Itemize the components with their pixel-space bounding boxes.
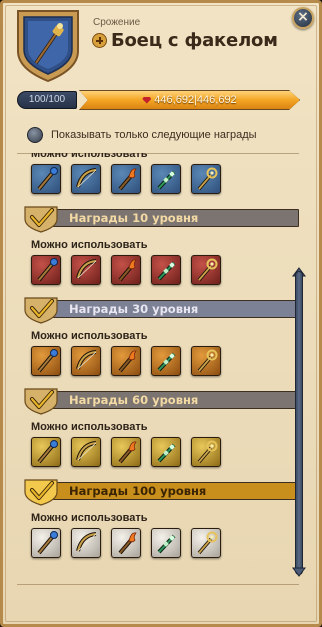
torch-icon — [118, 532, 137, 555]
reward-items-row — [31, 528, 299, 558]
torch-fighter-crest-icon — [17, 10, 79, 83]
scepter-icon — [197, 349, 218, 373]
reward-item[interactable] — [111, 528, 141, 558]
reward-item[interactable] — [151, 437, 181, 467]
staff-icon — [37, 440, 58, 464]
torch-icon — [118, 259, 137, 282]
scepter-icon — [197, 258, 218, 282]
gem-icon — [142, 96, 152, 104]
reward-tier-section: Награды 10 уровня Можно использовать — [17, 205, 299, 285]
xp-value: 446,692|446,692 — [154, 94, 237, 106]
level-indicator: 100/100 — [17, 91, 77, 109]
staff-icon — [37, 349, 58, 373]
reward-items-row — [31, 437, 299, 467]
reward-tier-section: Награды 60 уровня Можно использовать — [17, 387, 299, 467]
can-use-label: Можно использовать — [31, 239, 148, 251]
can-use-label: Можно использовать — [31, 153, 148, 160]
bow-icon — [76, 259, 97, 279]
wand-icon — [157, 170, 176, 190]
reward-item[interactable] — [71, 255, 101, 285]
bow-icon — [76, 168, 97, 188]
bow-icon — [76, 441, 97, 461]
reward-item[interactable] — [31, 528, 61, 558]
page-title: Боец с факелом — [111, 30, 278, 51]
scepter-icon — [197, 440, 218, 464]
can-use-label: Можно использовать — [31, 330, 148, 342]
reward-item[interactable] — [71, 437, 101, 467]
reward-item[interactable] — [31, 255, 61, 285]
reward-item[interactable] — [151, 346, 181, 376]
reward-item[interactable] — [71, 164, 101, 194]
staff-icon — [37, 531, 58, 555]
reward-tier-section: Можно использовать — [17, 153, 299, 194]
reward-item[interactable] — [31, 346, 61, 376]
close-button[interactable]: × — [292, 7, 314, 29]
reward-item[interactable] — [111, 437, 141, 467]
reward-item[interactable] — [31, 437, 61, 467]
reward-items-row — [31, 255, 299, 285]
tier-label: Награды 100 уровня — [69, 484, 207, 498]
bow-icon — [76, 350, 97, 370]
reward-item[interactable] — [71, 528, 101, 558]
xp-progress-bar: 446,692|446,692 — [79, 90, 300, 110]
rewards-list[interactable]: Можно использовать Награды 10 уровня Можно… — [17, 153, 299, 585]
reward-item[interactable] — [111, 164, 141, 194]
wand-icon — [157, 534, 176, 554]
staff-icon — [37, 258, 58, 282]
can-use-label: Можно использовать — [31, 421, 148, 433]
reward-tier-header[interactable]: Награды 10 уровня — [17, 205, 299, 233]
tier-checkmark-icon — [24, 297, 58, 324]
reward-tier-header[interactable]: Награды 60 уровня — [17, 387, 299, 415]
torch-icon — [118, 350, 137, 373]
reward-item[interactable] — [111, 346, 141, 376]
filter-radio-button[interactable] — [27, 127, 43, 143]
activity-rewards-panel: × Срожение Боец с факелом 100/100 446,69… — [0, 0, 322, 627]
reward-item[interactable] — [191, 346, 221, 376]
title-row: Боец с факелом — [92, 30, 278, 51]
staff-icon — [37, 167, 58, 191]
reward-tier-header[interactable]: Награды 30 уровня — [17, 296, 299, 324]
reward-item[interactable] — [191, 255, 221, 285]
torch-icon — [118, 168, 137, 191]
filter-toggle[interactable]: Показывать только следующие награды — [27, 127, 257, 143]
reward-tier-header[interactable]: Награды 100 уровня — [17, 478, 299, 506]
can-use-label: Можно использовать — [31, 512, 148, 524]
reward-item[interactable] — [151, 164, 181, 194]
scepter-icon — [197, 167, 218, 191]
scrollbar-track[interactable] — [295, 271, 303, 575]
reward-item[interactable] — [151, 528, 181, 558]
scroll-down-arrow-icon[interactable] — [292, 567, 306, 577]
scepter-icon — [197, 531, 218, 555]
reward-item[interactable] — [71, 346, 101, 376]
xp-text-row: 446,692|446,692 — [80, 94, 299, 106]
wand-icon — [157, 443, 176, 463]
tier-checkmark-icon — [24, 388, 58, 415]
reward-tier-section: Награды 30 уровня Можно использовать — [17, 296, 299, 376]
wand-icon — [157, 261, 176, 281]
bow-icon — [76, 532, 97, 552]
wand-icon — [157, 352, 176, 372]
tier-checkmark-icon — [24, 479, 58, 506]
tier-label: Награды 10 уровня — [69, 211, 199, 225]
plus-circle-icon — [92, 33, 107, 48]
reward-items-row — [31, 346, 299, 376]
filter-label: Показывать только следующие награды — [51, 129, 257, 141]
tier-checkmark-icon — [24, 206, 58, 233]
activity-category-label: Срожение — [93, 17, 141, 28]
reward-items-row — [31, 164, 299, 194]
reward-item[interactable] — [151, 255, 181, 285]
reward-item[interactable] — [191, 528, 221, 558]
reward-item[interactable] — [31, 164, 61, 194]
tier-label: Награды 30 уровня — [69, 302, 199, 316]
reward-tier-section: Награды 100 уровня Можно использовать — [17, 478, 299, 558]
reward-item[interactable] — [191, 164, 221, 194]
reward-item[interactable] — [191, 437, 221, 467]
torch-icon — [118, 441, 137, 464]
reward-item[interactable] — [111, 255, 141, 285]
tier-label: Награды 60 уровня — [69, 393, 199, 407]
